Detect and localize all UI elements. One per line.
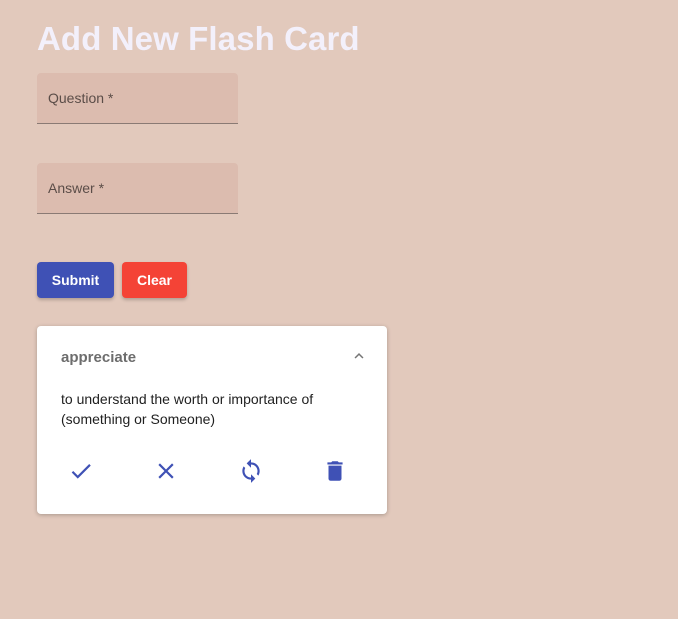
submit-button[interactable]: Submit: [37, 262, 114, 298]
chevron-up-icon[interactable]: [350, 347, 368, 365]
card-term: appreciate: [61, 349, 137, 366]
question-field[interactable]: Question *: [37, 73, 238, 124]
answer-field[interactable]: Answer *: [37, 163, 238, 214]
clear-button[interactable]: Clear: [122, 262, 187, 298]
question-label: Question *: [48, 90, 114, 106]
card-definition: to understand the worth or importance of…: [61, 391, 314, 427]
answer-label: Answer *: [48, 180, 105, 196]
page-title: Add New Flash Card: [37, 20, 360, 57]
close-icon[interactable]: [153, 458, 179, 484]
refresh-icon[interactable]: [238, 458, 264, 484]
flash-card: appreciate to understand the worth or im…: [37, 326, 387, 514]
delete-icon[interactable]: [322, 458, 348, 484]
check-icon[interactable]: [68, 458, 94, 484]
